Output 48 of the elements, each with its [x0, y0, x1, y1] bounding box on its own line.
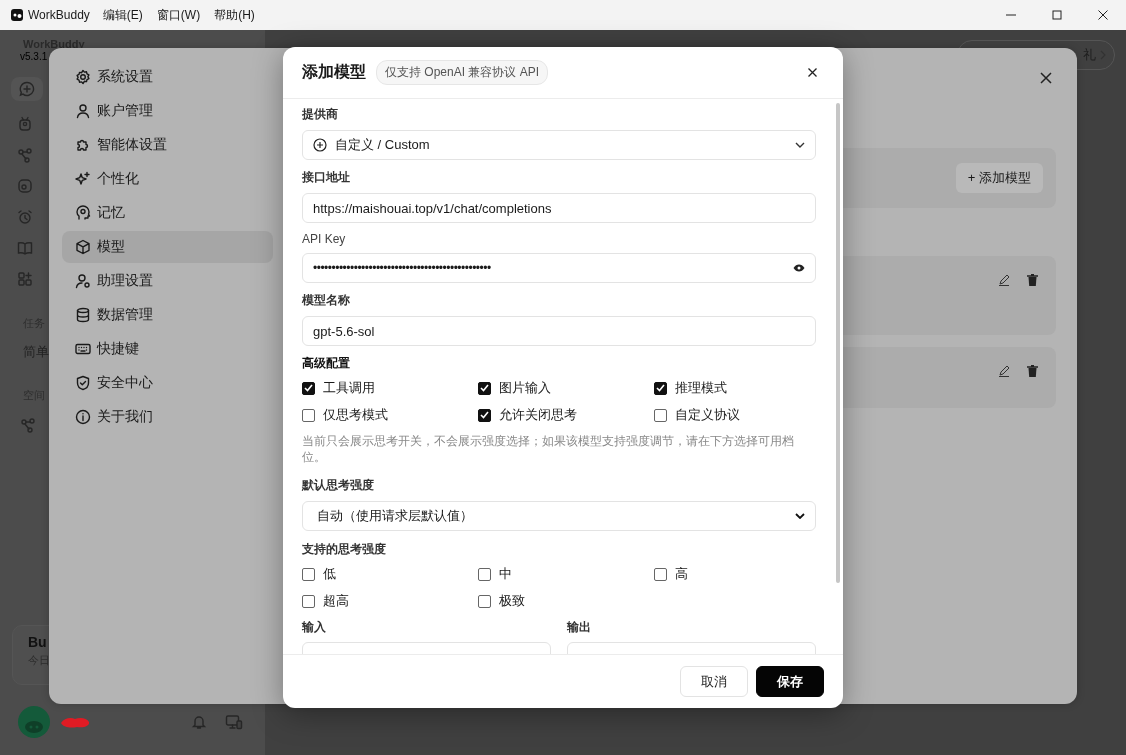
effort-select[interactable]: 自动（使用请求层默认值） — [302, 501, 816, 531]
checkbox-label: 仅思考模式 — [323, 406, 388, 424]
settings-nav-item[interactable]: 记忆 — [62, 197, 273, 229]
field-label: 默认思考强度 — [302, 477, 375, 494]
checkbox-label: 自定义协议 — [675, 406, 740, 424]
provider-select[interactable]: 自定义 / Custom — [302, 130, 816, 160]
settings-nav-item[interactable]: 数据管理 — [62, 299, 273, 331]
settings-nav-item[interactable]: 关于我们 — [62, 401, 273, 433]
settings-nav-item[interactable]: 快捷键 — [62, 333, 273, 365]
menu-item[interactable]: 帮助(H) — [214, 4, 255, 26]
settings-nav-item[interactable]: 安全中心 — [62, 367, 273, 399]
version-label: v5.3.1 — [20, 51, 49, 62]
checkbox-label: 高 — [675, 565, 688, 583]
field-label: 输入 — [302, 619, 327, 636]
field-label: API Key — [302, 232, 347, 246]
checkbox-label: 超高 — [323, 592, 349, 610]
input-field[interactable]: gpt-5.6-sol — [302, 316, 816, 346]
settings-nav-item[interactable]: 智能体设置 — [62, 129, 273, 161]
input-field[interactable]: https://maishouai.top/v1/chat/completions — [302, 193, 816, 223]
app-name: WorkBuddy — [28, 8, 90, 22]
checkbox-label: 允许关闭思考 — [499, 406, 577, 424]
section-label: 高级配置 — [302, 355, 351, 372]
save-button[interactable]: 保存 — [756, 666, 824, 697]
field-label: 接口地址 — [302, 169, 351, 186]
checkbox-label: 工具调用 — [323, 379, 375, 397]
hint-text: 当前只会展示思考开关，不会展示强度选择；如果该模型支持强度调节，请在下方选择可用档位。 — [302, 433, 795, 465]
cancel-button[interactable]: 取消 — [680, 666, 748, 697]
add-model-button[interactable]: + 添加模型 — [955, 163, 1043, 193]
checkbox-label: 低 — [323, 565, 336, 583]
checkbox-label: 极致 — [499, 592, 525, 610]
menu-item[interactable]: 编辑(E) — [102, 4, 143, 26]
settings-nav-item[interactable]: 账户管理 — [62, 95, 273, 127]
card-title: Bu — [28, 634, 48, 650]
field-label: 输出 — [567, 619, 592, 636]
menu-item[interactable]: 窗口(W) — [156, 4, 201, 26]
checkbox-label: 中 — [499, 565, 512, 583]
field-label: 支持的思考强度 — [302, 541, 387, 558]
field-label: 提供商 — [302, 106, 339, 123]
protocol-badge: 仅支持 OpenAI 兼容协议 API — [376, 60, 549, 85]
settings-nav-item[interactable]: 系统设置 — [62, 61, 273, 93]
field-label: 模型名称 — [302, 292, 351, 309]
settings-nav-item[interactable]: 模型 — [62, 231, 273, 263]
settings-nav-item[interactable]: 助理设置 — [62, 265, 273, 297]
checkbox-label: 图片输入 — [499, 379, 551, 397]
settings-nav-item[interactable]: 个性化 — [62, 163, 273, 195]
api-key-field[interactable]: •••••••••••••••••••••••••••••••••••••••••••••••• — [302, 253, 816, 283]
dialog-title: 添加模型 — [302, 62, 366, 82]
checkbox-label: 推理模式 — [675, 379, 727, 397]
